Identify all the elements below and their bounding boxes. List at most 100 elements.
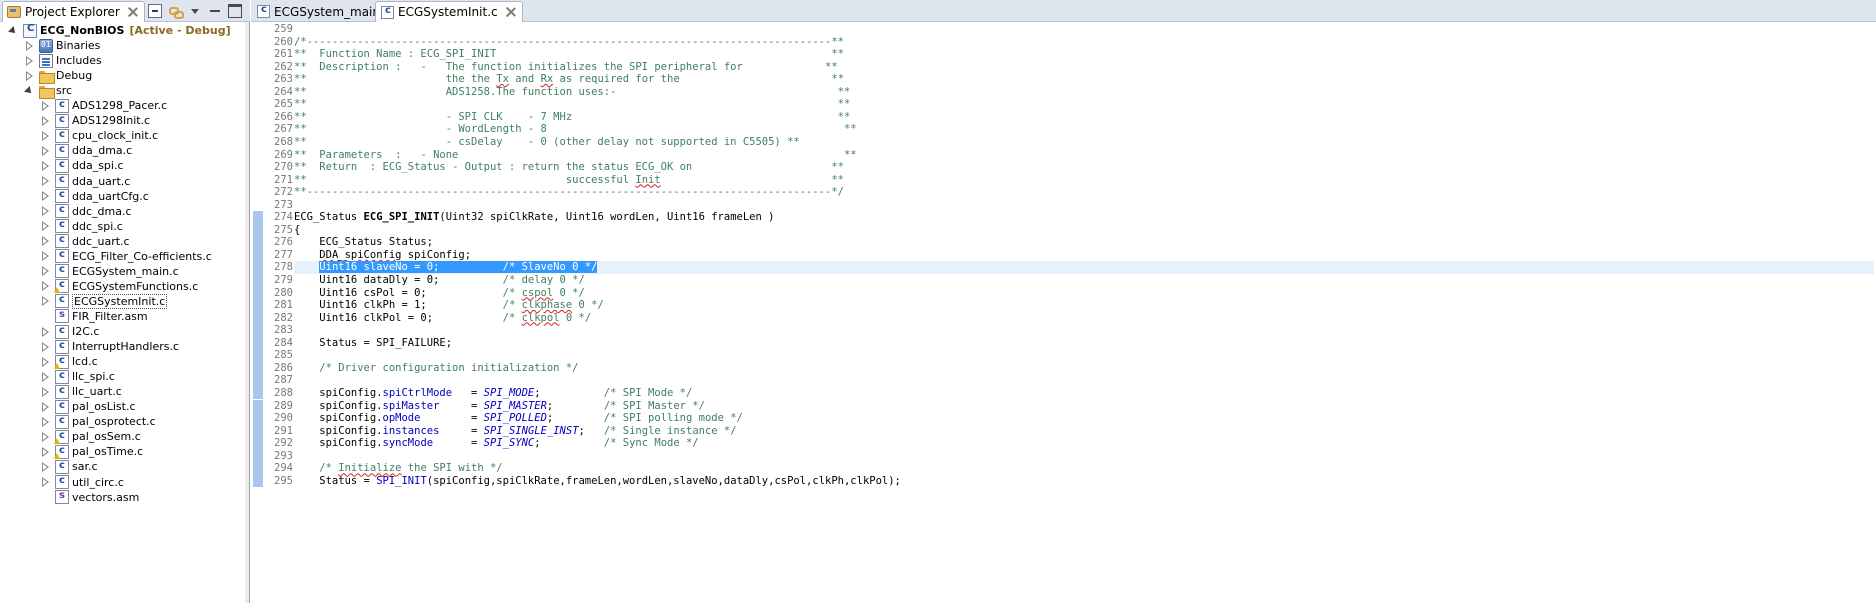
code-line[interactable]: { <box>294 224 300 237</box>
code-line[interactable]: spiConfig.instances = SPI_SINGLE_INST; /… <box>294 425 736 438</box>
explorer-scrollbar[interactable] <box>245 22 249 603</box>
collapsed-arrow-icon[interactable] <box>40 236 50 247</box>
view-menu-icon[interactable] <box>188 4 202 18</box>
code-line[interactable]: spiConfig.syncMode = SPI_SYNC; /* Sync M… <box>294 437 698 450</box>
code-line[interactable]: Status = SPI_INIT(spiConfig,spiClkRate,f… <box>294 475 901 488</box>
collapsed-arrow-icon[interactable] <box>40 446 50 457</box>
code-line[interactable]: DDA_spiConfig spiConfig; <box>294 249 471 262</box>
code-line[interactable]: spiConfig.spiCtrlMode = SPI_MODE; /* SPI… <box>294 387 692 400</box>
tree-item[interactable]: Debug <box>24 68 92 84</box>
tree-item[interactable]: Includes <box>24 53 102 68</box>
tree-item[interactable]: ddc_spi.c <box>40 219 123 234</box>
tree-item[interactable]: Binaries <box>24 38 100 53</box>
collapsed-arrow-icon[interactable] <box>40 266 50 277</box>
tree-item[interactable]: FIR_Filter.asm <box>40 309 148 324</box>
code-line[interactable]: ** - csDelay - 0 (other delay not suppor… <box>294 136 800 149</box>
code-line[interactable]: ECG_Status Status; <box>294 236 433 249</box>
code-line[interactable]: ** the the Tx and Rx as required for the… <box>294 73 844 86</box>
code-line[interactable]: ** Parameters : - None ** <box>294 149 857 162</box>
collapsed-arrow-icon[interactable] <box>40 115 50 126</box>
collapsed-arrow-icon[interactable] <box>40 176 50 186</box>
collapsed-arrow-icon[interactable] <box>40 145 50 156</box>
tab-ecgsysteminit[interactable]: ECGSystemInit.c <box>375 1 523 22</box>
tree-item[interactable]: util_circ.c <box>40 475 124 490</box>
collapsed-arrow-icon[interactable] <box>40 206 50 217</box>
collapsed-arrow-icon[interactable] <box>40 130 50 141</box>
collapsed-arrow-icon[interactable] <box>24 70 34 81</box>
tree-item[interactable]: ADS1298_Pacer.c <box>40 98 167 113</box>
collapsed-arrow-icon[interactable] <box>40 100 50 111</box>
code-line[interactable]: ** Description : - The function initiali… <box>294 61 838 74</box>
tree-item[interactable]: cpu_clock_init.c <box>40 128 158 143</box>
collapsed-arrow-icon[interactable] <box>40 431 50 442</box>
code-line[interactable]: ECG_Status ECG_SPI_INIT(Uint32 spiClkRat… <box>294 211 774 224</box>
tree-item[interactable]: dda_uartCfg.c <box>40 189 149 204</box>
link-with-editor-icon[interactable] <box>168 4 184 19</box>
tree-item[interactable]: ECG_NonBIOS [Active - Debug] <box>8 23 231 38</box>
tree-item[interactable]: InterruptHandlers.c <box>40 339 179 354</box>
tree-item[interactable]: pal_osList.c <box>40 399 136 414</box>
code-line[interactable]: ** ** <box>294 98 850 111</box>
collapsed-arrow-icon[interactable] <box>40 191 50 202</box>
vertical-ruler[interactable] <box>251 23 265 603</box>
collapsed-arrow-icon[interactable] <box>40 416 50 427</box>
tree-item[interactable]: ECG_Filter_Co-efficients.c <box>40 249 212 264</box>
code-line[interactable]: /* Driver configuration initialization *… <box>294 362 578 375</box>
tree-item[interactable]: dda_uart.c <box>40 174 130 189</box>
collapsed-arrow-icon[interactable] <box>40 326 50 337</box>
code-line[interactable]: ** - WordLength - 8 ** <box>294 123 857 136</box>
collapsed-arrow-icon[interactable] <box>40 221 50 232</box>
code-line[interactable]: Uint16 csPol = 0; /* cspol 0 */ <box>294 287 585 300</box>
collapsed-arrow-icon[interactable] <box>40 477 50 487</box>
expanded-arrow-icon[interactable] <box>8 26 18 36</box>
expanded-arrow-icon[interactable] <box>24 86 34 96</box>
code-line[interactable]: spiConfig.spiMaster = SPI_MASTER; /* SPI… <box>294 400 705 413</box>
tree-item[interactable]: lcd.c <box>40 354 98 369</box>
tree-item[interactable]: ddc_uart.c <box>40 234 130 249</box>
code-line[interactable]: Uint16 dataDly = 0; /* delay 0 */ <box>294 274 585 287</box>
code-line[interactable]: ** - SPI CLK - 7 MHz ** <box>294 111 850 124</box>
code-line[interactable]: /* Initialize the SPI with */ <box>294 462 502 475</box>
collapsed-arrow-icon[interactable] <box>40 401 50 412</box>
collapse-all-icon[interactable] <box>148 4 162 18</box>
tree-item[interactable]: llc_uart.c <box>40 384 122 399</box>
code-line[interactable]: spiConfig.opMode = SPI_POLLED; /* SPI po… <box>294 412 743 425</box>
collapsed-arrow-icon[interactable] <box>24 55 34 66</box>
collapsed-arrow-icon[interactable] <box>40 356 50 367</box>
tree-item[interactable]: pal_osTime.c <box>40 444 143 459</box>
tree-item[interactable]: I2C.c <box>40 324 99 339</box>
tree-item[interactable]: vectors.asm <box>40 490 139 505</box>
collapsed-arrow-icon[interactable] <box>40 251 50 262</box>
tree-item[interactable]: ECGSystemInit.c <box>40 293 168 309</box>
code-line[interactable]: Uint16 slaveNo = 0; /* SlaveNo 0 */ <box>294 261 1874 274</box>
tree-item[interactable]: llc_spi.c <box>40 369 115 384</box>
code-line[interactable]: **--------------------------------------… <box>294 186 844 199</box>
code-line[interactable]: Uint16 clkPol = 0; /* clkpol 0 */ <box>294 312 591 325</box>
code-line[interactable]: ** ADS1258.The function uses:- ** <box>294 86 850 99</box>
tree-item[interactable]: dda_dma.c <box>40 143 132 158</box>
tab-project-explorer[interactable]: Project Explorer <box>2 1 145 22</box>
tree-item[interactable]: ADS1298Init.c <box>40 113 150 128</box>
code-line[interactable]: ** successful Init ** <box>294 174 844 187</box>
collapsed-arrow-icon[interactable] <box>24 40 34 51</box>
collapsed-arrow-icon[interactable] <box>40 461 50 472</box>
collapsed-arrow-icon[interactable] <box>40 341 50 352</box>
code-line[interactable]: Uint16 clkPh = 1; /* clkphase 0 */ <box>294 299 604 312</box>
tree-item[interactable]: sar.c <box>40 459 98 474</box>
tree-item[interactable]: dda_spi.c <box>40 158 124 173</box>
code-line[interactable]: Status = SPI_FAILURE; <box>294 337 452 350</box>
collapsed-arrow-icon[interactable] <box>40 296 50 307</box>
tree-item[interactable]: pal_osSem.c <box>40 429 141 444</box>
collapsed-arrow-icon[interactable] <box>40 371 50 382</box>
collapsed-arrow-icon[interactable] <box>40 281 50 292</box>
tree-item[interactable]: ddc_dma.c <box>40 204 132 219</box>
minimize-icon[interactable] <box>208 4 222 18</box>
code-line[interactable]: ** Function Name : ECG_SPI_INIT ** <box>294 48 844 61</box>
tree-item[interactable]: src <box>24 83 72 99</box>
tree-item[interactable]: ECGSystem_main.c <box>40 264 179 279</box>
collapsed-arrow-icon[interactable] <box>40 386 50 397</box>
tree-item[interactable]: pal_osprotect.c <box>40 414 156 429</box>
close-icon[interactable] <box>506 7 516 17</box>
collapsed-arrow-icon[interactable] <box>40 160 50 171</box>
code-line[interactable]: ** Return : ECG_Status - Output : return… <box>294 161 844 174</box>
